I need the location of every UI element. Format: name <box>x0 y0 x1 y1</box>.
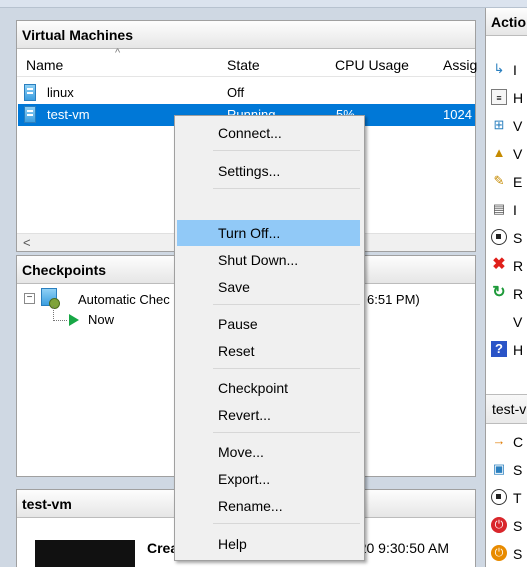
menu-item-settings[interactable]: Settings... <box>177 158 360 184</box>
save-icon: ⏻ <box>491 545 507 561</box>
menu-separator <box>213 523 360 524</box>
settings-icon: ▣ <box>492 461 506 476</box>
menu-item-move[interactable]: Move... <box>177 439 360 465</box>
column-cpu-usage[interactable]: CPU Usage <box>335 57 409 73</box>
action-hyperv-settings[interactable]: ≡ H <box>486 84 527 112</box>
column-assigned-memory[interactable]: Assig <box>443 57 477 73</box>
menu-item-turn-off[interactable]: Turn Off... <box>177 220 360 246</box>
action-edit-disk[interactable]: ✎ E <box>486 168 527 196</box>
hyperv-settings-icon: ≡ <box>491 89 507 105</box>
menu-separator <box>213 188 360 189</box>
action-remove-server[interactable]: ✖ R <box>486 252 527 280</box>
action-save[interactable]: ⏻ S <box>486 540 527 567</box>
virtual-machine-icon <box>24 106 36 123</box>
scroll-left-icon[interactable]: < <box>23 235 31 250</box>
vm-assigned-memory: 1024 <box>443 107 472 122</box>
menu-item-revert[interactable]: Revert... <box>177 402 360 428</box>
actions-pane: Actio ↳ I ≡ H ⊞ V ▲ V ✎ E ▤ I S ✖ R ↻ R … <box>485 8 527 567</box>
action-view[interactable]: V <box>486 308 527 336</box>
menu-item-shut-down[interactable]: Shut Down... <box>177 247 360 273</box>
vm-name: test-vm <box>47 107 90 122</box>
collapse-icon[interactable]: − <box>24 293 35 304</box>
window-top-strip <box>0 0 527 8</box>
turn-off-icon <box>491 489 507 505</box>
menu-item-connect[interactable]: Connect... <box>177 120 360 146</box>
menu-item-help[interactable]: Help <box>177 531 360 557</box>
checkpoint-icon <box>41 288 60 309</box>
virtual-machine-icon <box>24 84 36 101</box>
virtual-machines-header: Virtual Machines <box>17 21 475 49</box>
sort-ascending-icon: ^ <box>115 47 121 59</box>
vm-name: linux <box>47 85 74 100</box>
action-settings[interactable]: ▣ S <box>486 456 527 484</box>
vm-state: Off <box>227 85 245 100</box>
tree-connector <box>53 306 67 321</box>
action-connect[interactable]: → C <box>486 428 527 456</box>
shut-down-icon: ⏻ <box>491 517 507 533</box>
checkpoint-time-fragment: 6:51 PM) <box>367 292 420 307</box>
menu-item-pause[interactable]: Pause <box>177 311 360 337</box>
refresh-icon: ↻ <box>492 284 506 301</box>
action-turn-off[interactable]: T <box>486 484 527 512</box>
vm-column-header: ^ Name State CPU Usage Assig <box>17 47 477 77</box>
san-manager-icon: ▲ <box>492 145 506 160</box>
inspect-disk-icon: ▤ <box>492 201 506 216</box>
menu-separator <box>213 150 360 151</box>
help-icon: ? <box>491 341 507 357</box>
menu-item-rename[interactable]: Rename... <box>177 493 360 519</box>
menu-item-reset[interactable]: Reset <box>177 338 360 364</box>
menu-item-checkpoint[interactable]: Checkpoint <box>177 375 360 401</box>
menu-item-export[interactable]: Export... <box>177 466 360 492</box>
column-name[interactable]: Name <box>26 57 63 73</box>
actions-header: Actio <box>486 8 527 36</box>
import-icon: ↳ <box>493 61 505 76</box>
menu-separator <box>213 304 360 305</box>
remove-server-icon: ✖ <box>492 256 506 273</box>
column-state[interactable]: State <box>227 57 260 73</box>
action-shut-down[interactable]: ⏻ S <box>486 512 527 540</box>
checkpoint-automatic[interactable]: Automatic Chec <box>78 292 170 307</box>
action-san-manager[interactable]: ▲ V <box>486 140 527 168</box>
action-stop-service[interactable]: S <box>486 224 527 252</box>
vm-row-linux[interactable]: linux Off <box>18 82 475 104</box>
vm-context-menu: Connect... Settings... Turn Off... Shut … <box>174 115 365 561</box>
menu-separator <box>213 368 360 369</box>
virtual-switch-icon: ⊞ <box>493 117 505 132</box>
action-virtual-switch[interactable]: ⊞ V <box>486 112 527 140</box>
menu-item-save[interactable]: Save <box>177 274 360 300</box>
checkpoint-now[interactable]: Now <box>88 312 114 327</box>
action-inspect-disk[interactable]: ▤ I <box>486 196 527 224</box>
connect-icon: → <box>492 433 506 448</box>
running-now-icon <box>69 314 79 326</box>
stop-service-icon <box>491 229 507 245</box>
actions-section-test-vm[interactable]: test-v <box>486 394 527 424</box>
action-help[interactable]: ? H <box>486 336 527 364</box>
edit-disk-icon: ✎ <box>493 173 505 188</box>
action-refresh[interactable]: ↻ R <box>486 280 527 308</box>
action-import[interactable]: ↳ I <box>486 56 527 84</box>
menu-separator <box>213 432 360 433</box>
vm-thumbnail[interactable] <box>35 540 135 567</box>
